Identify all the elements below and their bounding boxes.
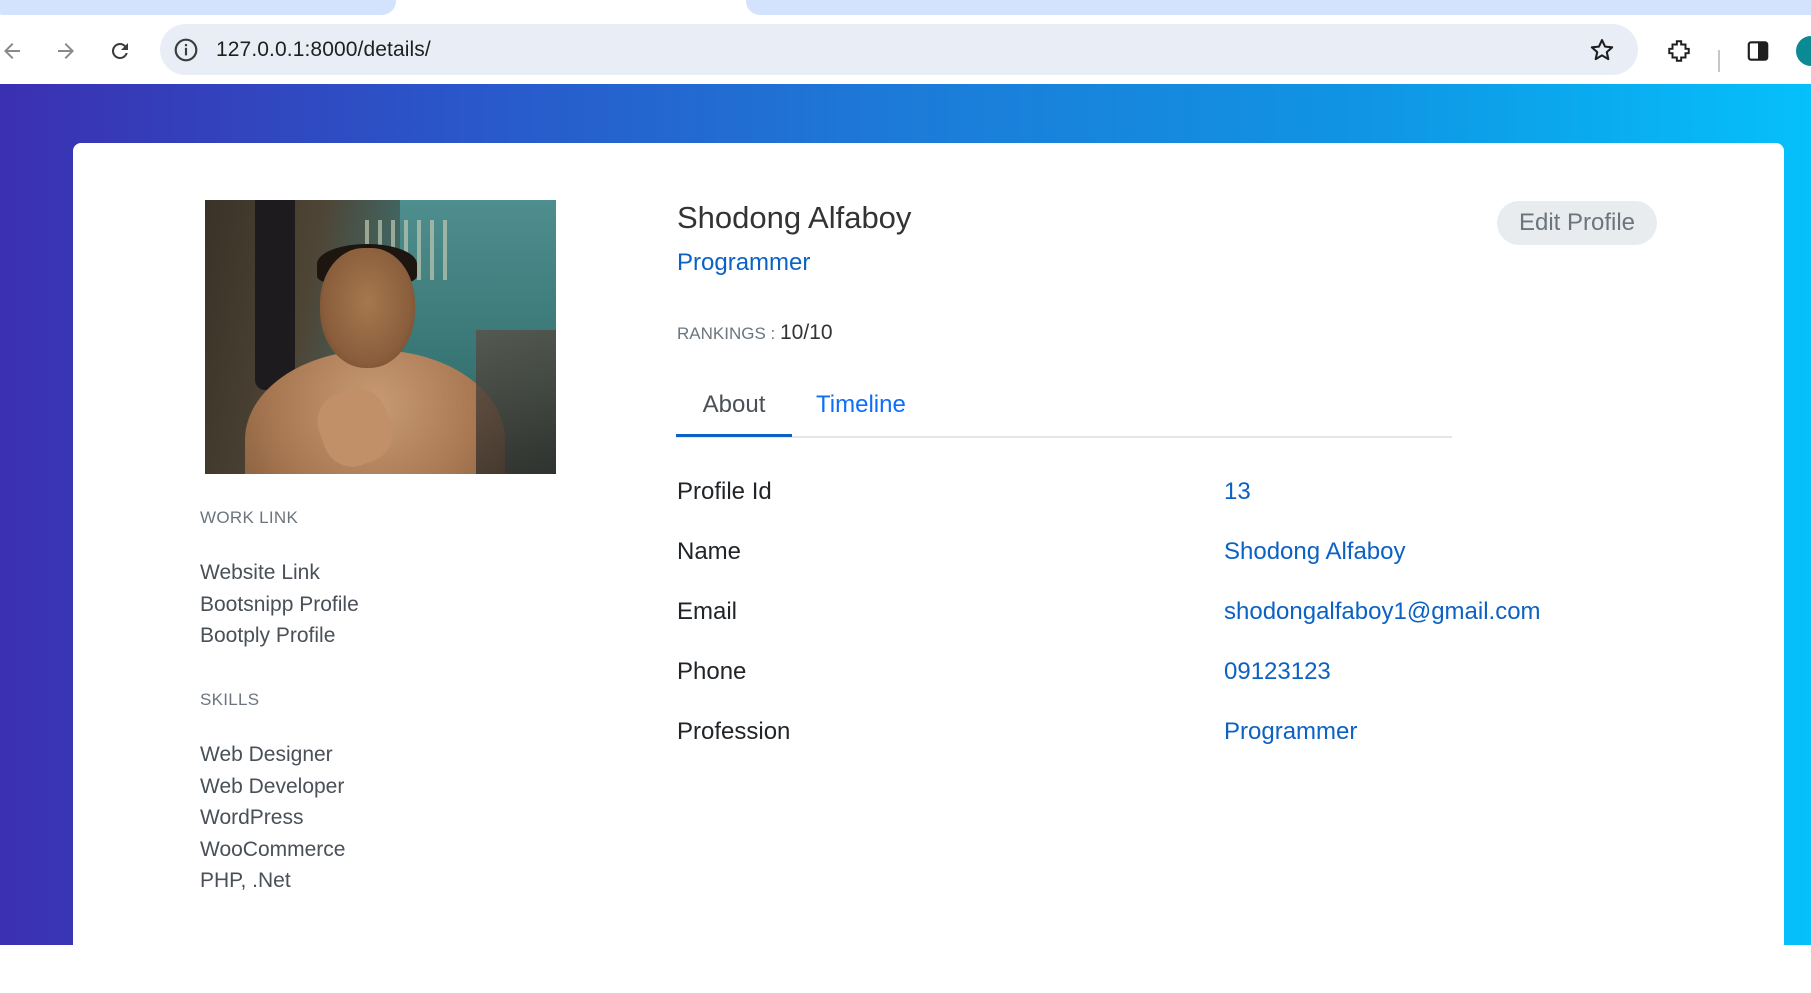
back-icon[interactable] (0, 35, 28, 67)
email-label: Email (677, 598, 738, 625)
rankings: RANKINGS : 10/10 (677, 321, 833, 345)
profile-tabs: About Timeline (676, 380, 1452, 438)
tab-strip (0, 0, 1811, 16)
skills-title: SKILLS (200, 690, 260, 709)
extensions-icon[interactable] (1663, 35, 1695, 67)
bootsnipp-profile-link[interactable]: Bootsnipp Profile (200, 589, 359, 621)
skill-item: WooCommerce (200, 837, 346, 861)
site-info-icon[interactable] (173, 37, 199, 63)
side-panel-icon[interactable] (1742, 35, 1774, 67)
tab-about[interactable]: About (676, 380, 792, 437)
work-link-title: WORK LINK (200, 508, 299, 527)
work-link-list: Website Link Bootsnipp Profile Bootply P… (200, 557, 359, 652)
browser-tab[interactable] (0, 0, 396, 15)
email-value: shodongalfaboy1@gmail.com (1224, 598, 1541, 625)
forward-icon[interactable] (50, 35, 82, 67)
phone-value: 09123123 (1224, 658, 1331, 685)
profile-id-value: 13 (1224, 478, 1251, 505)
profile-photo (205, 200, 556, 474)
name-value: Shodong Alfaboy (1224, 538, 1406, 565)
profile-avatar-icon[interactable] (1796, 36, 1811, 66)
reload-icon[interactable] (104, 35, 136, 67)
bookmark-star-icon[interactable] (1588, 36, 1616, 64)
skills-list: Web Designer Web Developer WordPress Woo… (200, 739, 345, 897)
tab-timeline[interactable]: Timeline (816, 380, 906, 434)
skill-item: PHP, .Net (200, 869, 291, 892)
bootply-profile-link[interactable]: Bootply Profile (200, 620, 359, 652)
skill-item: WordPress (200, 806, 304, 829)
browser-tab[interactable] (746, 0, 1811, 15)
name-label: Name (677, 538, 742, 565)
profile-id-label: Profile Id (677, 478, 772, 505)
browser-toolbar: 127.0.0.1:8000/details/ (0, 16, 1811, 84)
profession-label: Profession (677, 718, 791, 745)
address-bar[interactable]: 127.0.0.1:8000/details/ (160, 24, 1638, 75)
profile-title: Programmer (677, 249, 811, 276)
profile-name: Shodong Alfaboy (677, 200, 912, 235)
skill-item: Web Designer (200, 743, 333, 766)
rankings-value: 10/10 (779, 321, 833, 344)
website-link[interactable]: Website Link (200, 557, 359, 589)
rankings-label: RANKINGS : (677, 324, 776, 343)
profession-value: Programmer (1224, 718, 1358, 745)
edit-profile-button[interactable]: Edit Profile (1497, 201, 1657, 245)
phone-label: Phone (677, 658, 747, 685)
toolbar-divider (1718, 50, 1720, 72)
skill-item: Web Developer (200, 774, 345, 798)
url-text[interactable]: 127.0.0.1:8000/details/ (216, 38, 431, 62)
